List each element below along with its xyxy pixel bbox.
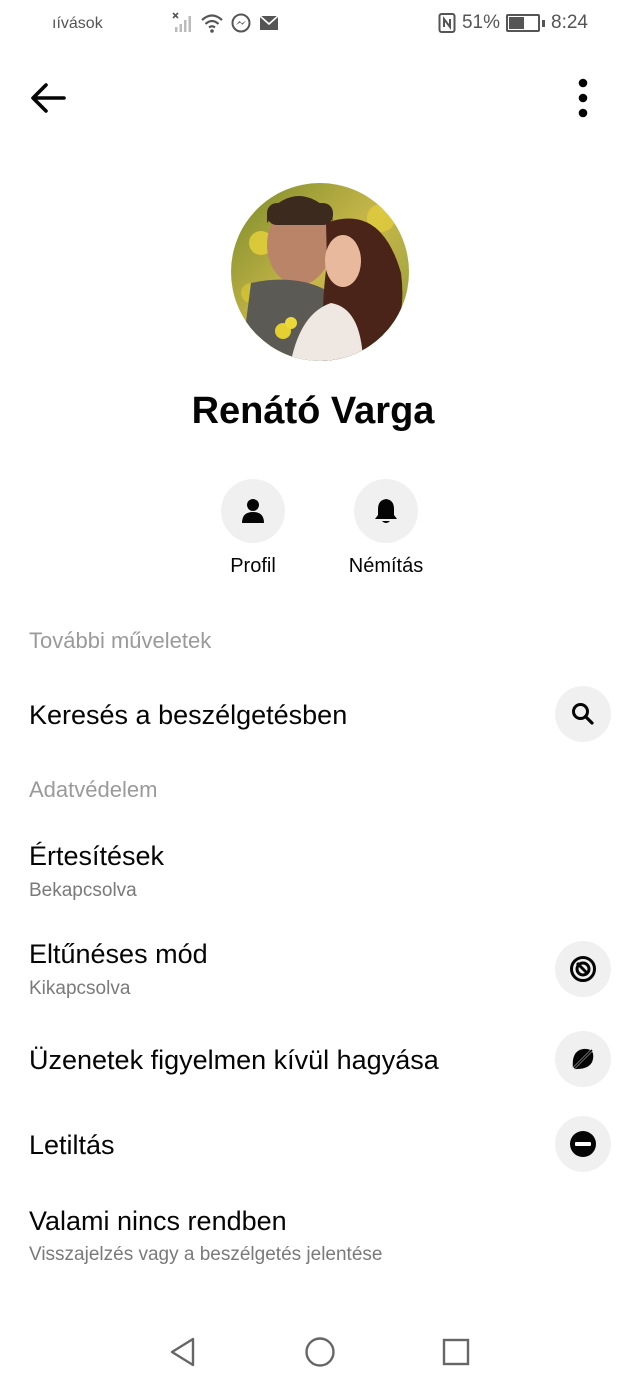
status-left-icons [172, 12, 280, 34]
clock: 8:24 [551, 12, 588, 33]
mail-icon [259, 15, 279, 30]
nfc-icon [438, 13, 456, 33]
report-subtitle: Visszajelzés vagy a beszélgetés jelentés… [29, 1244, 383, 1265]
system-nav-bar [0, 1318, 640, 1386]
search-button[interactable] [555, 686, 611, 742]
recents-square-icon[interactable] [441, 1336, 471, 1368]
block-row[interactable]: Letiltás [29, 1130, 115, 1161]
section-more-actions: További műveletek [29, 628, 212, 653]
notifications-status: Bekapcsolva [29, 880, 137, 901]
more-vertical-icon [578, 78, 588, 118]
vanish-mode-row[interactable]: Eltűnéses mód [29, 939, 208, 970]
avatar[interactable] [231, 183, 409, 361]
search-in-conversation[interactable]: Keresés a beszélgetésben [29, 700, 347, 731]
more-options-button[interactable] [566, 76, 600, 120]
home-circle-icon[interactable] [304, 1336, 336, 1368]
battery-tip [542, 19, 546, 27]
block-icon [570, 1131, 596, 1157]
battery-percent: 51% [461, 12, 501, 33]
person-icon [242, 499, 264, 523]
arrow-left-icon [31, 83, 66, 113]
report-row[interactable]: Valami nincs rendben [29, 1206, 287, 1237]
battery-icon [506, 14, 541, 32]
status-right-group: 51% 8:24 [438, 12, 588, 34]
mute-button[interactable] [354, 479, 418, 543]
vanish-mode-status: Kikapcsolva [29, 978, 131, 999]
ignore-icon [571, 1047, 595, 1071]
block-button[interactable] [555, 1116, 611, 1172]
bell-icon [375, 499, 397, 523]
contact-name: Renátó Varga [191, 390, 435, 432]
vanish-mode-icon [570, 956, 596, 982]
section-privacy: Adatvédelem [29, 777, 158, 802]
back-button[interactable] [28, 78, 72, 118]
profile-label: Profil [230, 555, 276, 577]
back-triangle-icon[interactable] [168, 1336, 198, 1368]
vanish-mode-button[interactable] [555, 941, 611, 997]
no-signal-icon [172, 12, 191, 32]
profile-photo [231, 183, 409, 361]
messenger-icon [231, 13, 251, 33]
ignore-messages-row[interactable]: Üzenetek figyelmen kívül hagyása [29, 1045, 439, 1076]
wifi-icon [201, 14, 223, 33]
ignore-messages-button[interactable] [555, 1031, 611, 1087]
profile-button[interactable] [221, 479, 285, 543]
status-carrier-text: ıívások [52, 15, 103, 32]
search-icon [572, 703, 594, 725]
notifications-row[interactable]: Értesítések [29, 841, 164, 872]
mute-label: Némítás [348, 555, 424, 577]
status-bar: ıívások 51% 8:24 [0, 0, 640, 48]
